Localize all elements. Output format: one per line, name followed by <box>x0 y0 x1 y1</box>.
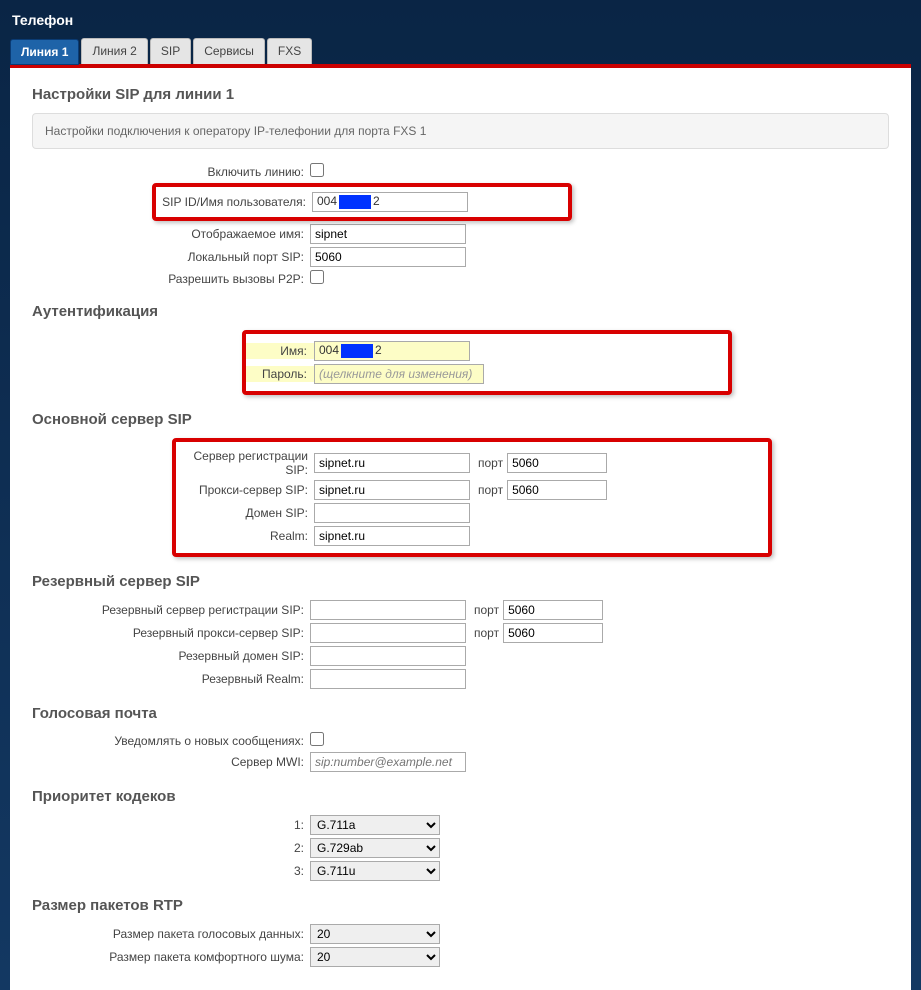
label-b-reg-port: порт <box>474 603 499 617</box>
label-display-name: Отображаемое имя: <box>32 227 310 241</box>
label-auth-name: Имя: <box>246 343 314 359</box>
input-b-reg[interactable] <box>310 600 466 620</box>
input-domain[interactable] <box>314 503 470 523</box>
tab-line1[interactable]: Линия 1 <box>10 39 79 65</box>
input-b-domain[interactable] <box>310 646 466 666</box>
tabs: Линия 1 Линия 2 SIP Сервисы FXS <box>10 38 911 64</box>
label-b-domain: Резервный домен SIP: <box>32 649 310 663</box>
label-proxy-server: Прокси-сервер SIP: <box>176 483 314 497</box>
label-reg-server: Сервер регистрации SIP: <box>176 449 314 477</box>
select-codec-2[interactable]: G.729ab <box>310 838 440 858</box>
select-rtp-voice[interactable]: 20 <box>310 924 440 944</box>
input-mwi[interactable] <box>310 752 466 772</box>
heading-auth: Аутентификация <box>32 303 889 320</box>
input-reg-server[interactable] <box>314 453 470 473</box>
input-proxy-server[interactable] <box>314 480 470 500</box>
label-rtp-voice: Размер пакета голосовых данных: <box>32 927 310 941</box>
label-realm: Realm: <box>176 529 314 543</box>
tab-services[interactable]: Сервисы <box>193 38 265 64</box>
tab-line2[interactable]: Линия 2 <box>81 38 147 64</box>
input-sip-id[interactable] <box>312 192 468 212</box>
heading-main-server: Основной сервер SIP <box>32 411 889 428</box>
heading-codec: Приоритет кодеков <box>32 788 889 805</box>
input-proxy-port[interactable] <box>507 480 607 500</box>
label-reg-port: порт <box>478 456 503 470</box>
select-codec-1[interactable]: G.711a <box>310 815 440 835</box>
input-reg-port[interactable] <box>507 453 607 473</box>
label-codec-1: 1: <box>32 818 310 832</box>
highlight-sip-id: SIP ID/Имя пользователя: 0042 <box>152 183 572 221</box>
input-auth-pass[interactable] <box>314 364 484 384</box>
label-rtp-cn: Размер пакета комфортного шума: <box>32 950 310 964</box>
label-b-reg: Резервный сервер регистрации SIP: <box>32 603 310 617</box>
label-codec-3: 3: <box>32 864 310 878</box>
highlight-main-server: Сервер регистрации SIP: порт Прокси-серв… <box>172 438 772 557</box>
select-rtp-cn[interactable]: 20 <box>310 947 440 967</box>
label-sip-id: SIP ID/Имя пользователя: <box>156 195 312 209</box>
label-allow-p2p: Разрешить вызовы P2P: <box>32 272 310 286</box>
input-realm[interactable] <box>314 526 470 546</box>
heading-backup-server: Резервный сервер SIP <box>32 573 889 590</box>
input-b-proxy[interactable] <box>310 623 466 643</box>
tab-sip[interactable]: SIP <box>150 38 191 64</box>
label-b-proxy: Резервный прокси-сервер SIP: <box>32 626 310 640</box>
heading-voicemail: Голосовая почта <box>32 705 889 722</box>
label-vm-notify: Уведомлять о новых сообщениях: <box>32 734 310 748</box>
input-display-name[interactable] <box>310 224 466 244</box>
label-codec-2: 2: <box>32 841 310 855</box>
checkbox-enable-line[interactable] <box>310 163 324 177</box>
label-b-proxy-port: порт <box>474 626 499 640</box>
content: Настройки SIP для линии 1 Настройки подк… <box>10 64 911 990</box>
label-enable-line: Включить линию: <box>32 165 310 179</box>
highlight-auth: Имя: 0042 Пароль: <box>242 330 732 395</box>
label-domain: Домен SIP: <box>176 506 314 520</box>
input-b-reg-port[interactable] <box>503 600 603 620</box>
desc-box: Настройки подключения к оператору IP-тел… <box>32 113 889 149</box>
input-b-proxy-port[interactable] <box>503 623 603 643</box>
heading-sip-settings: Настройки SIP для линии 1 <box>32 86 889 103</box>
label-proxy-port: порт <box>478 483 503 497</box>
label-b-realm: Резервный Realm: <box>32 672 310 686</box>
input-auth-name[interactable] <box>314 341 470 361</box>
page-title: Телефон <box>10 8 911 38</box>
input-b-realm[interactable] <box>310 669 466 689</box>
label-mwi: Сервер MWI: <box>32 755 310 769</box>
label-auth-pass: Пароль: <box>246 366 314 382</box>
input-local-port[interactable] <box>310 247 466 267</box>
label-local-port: Локальный порт SIP: <box>32 250 310 264</box>
tab-fxs[interactable]: FXS <box>267 38 312 64</box>
select-codec-3[interactable]: G.711u <box>310 861 440 881</box>
checkbox-allow-p2p[interactable] <box>310 270 324 284</box>
checkbox-vm-notify[interactable] <box>310 732 324 746</box>
heading-rtp: Размер пакетов RTP <box>32 897 889 914</box>
